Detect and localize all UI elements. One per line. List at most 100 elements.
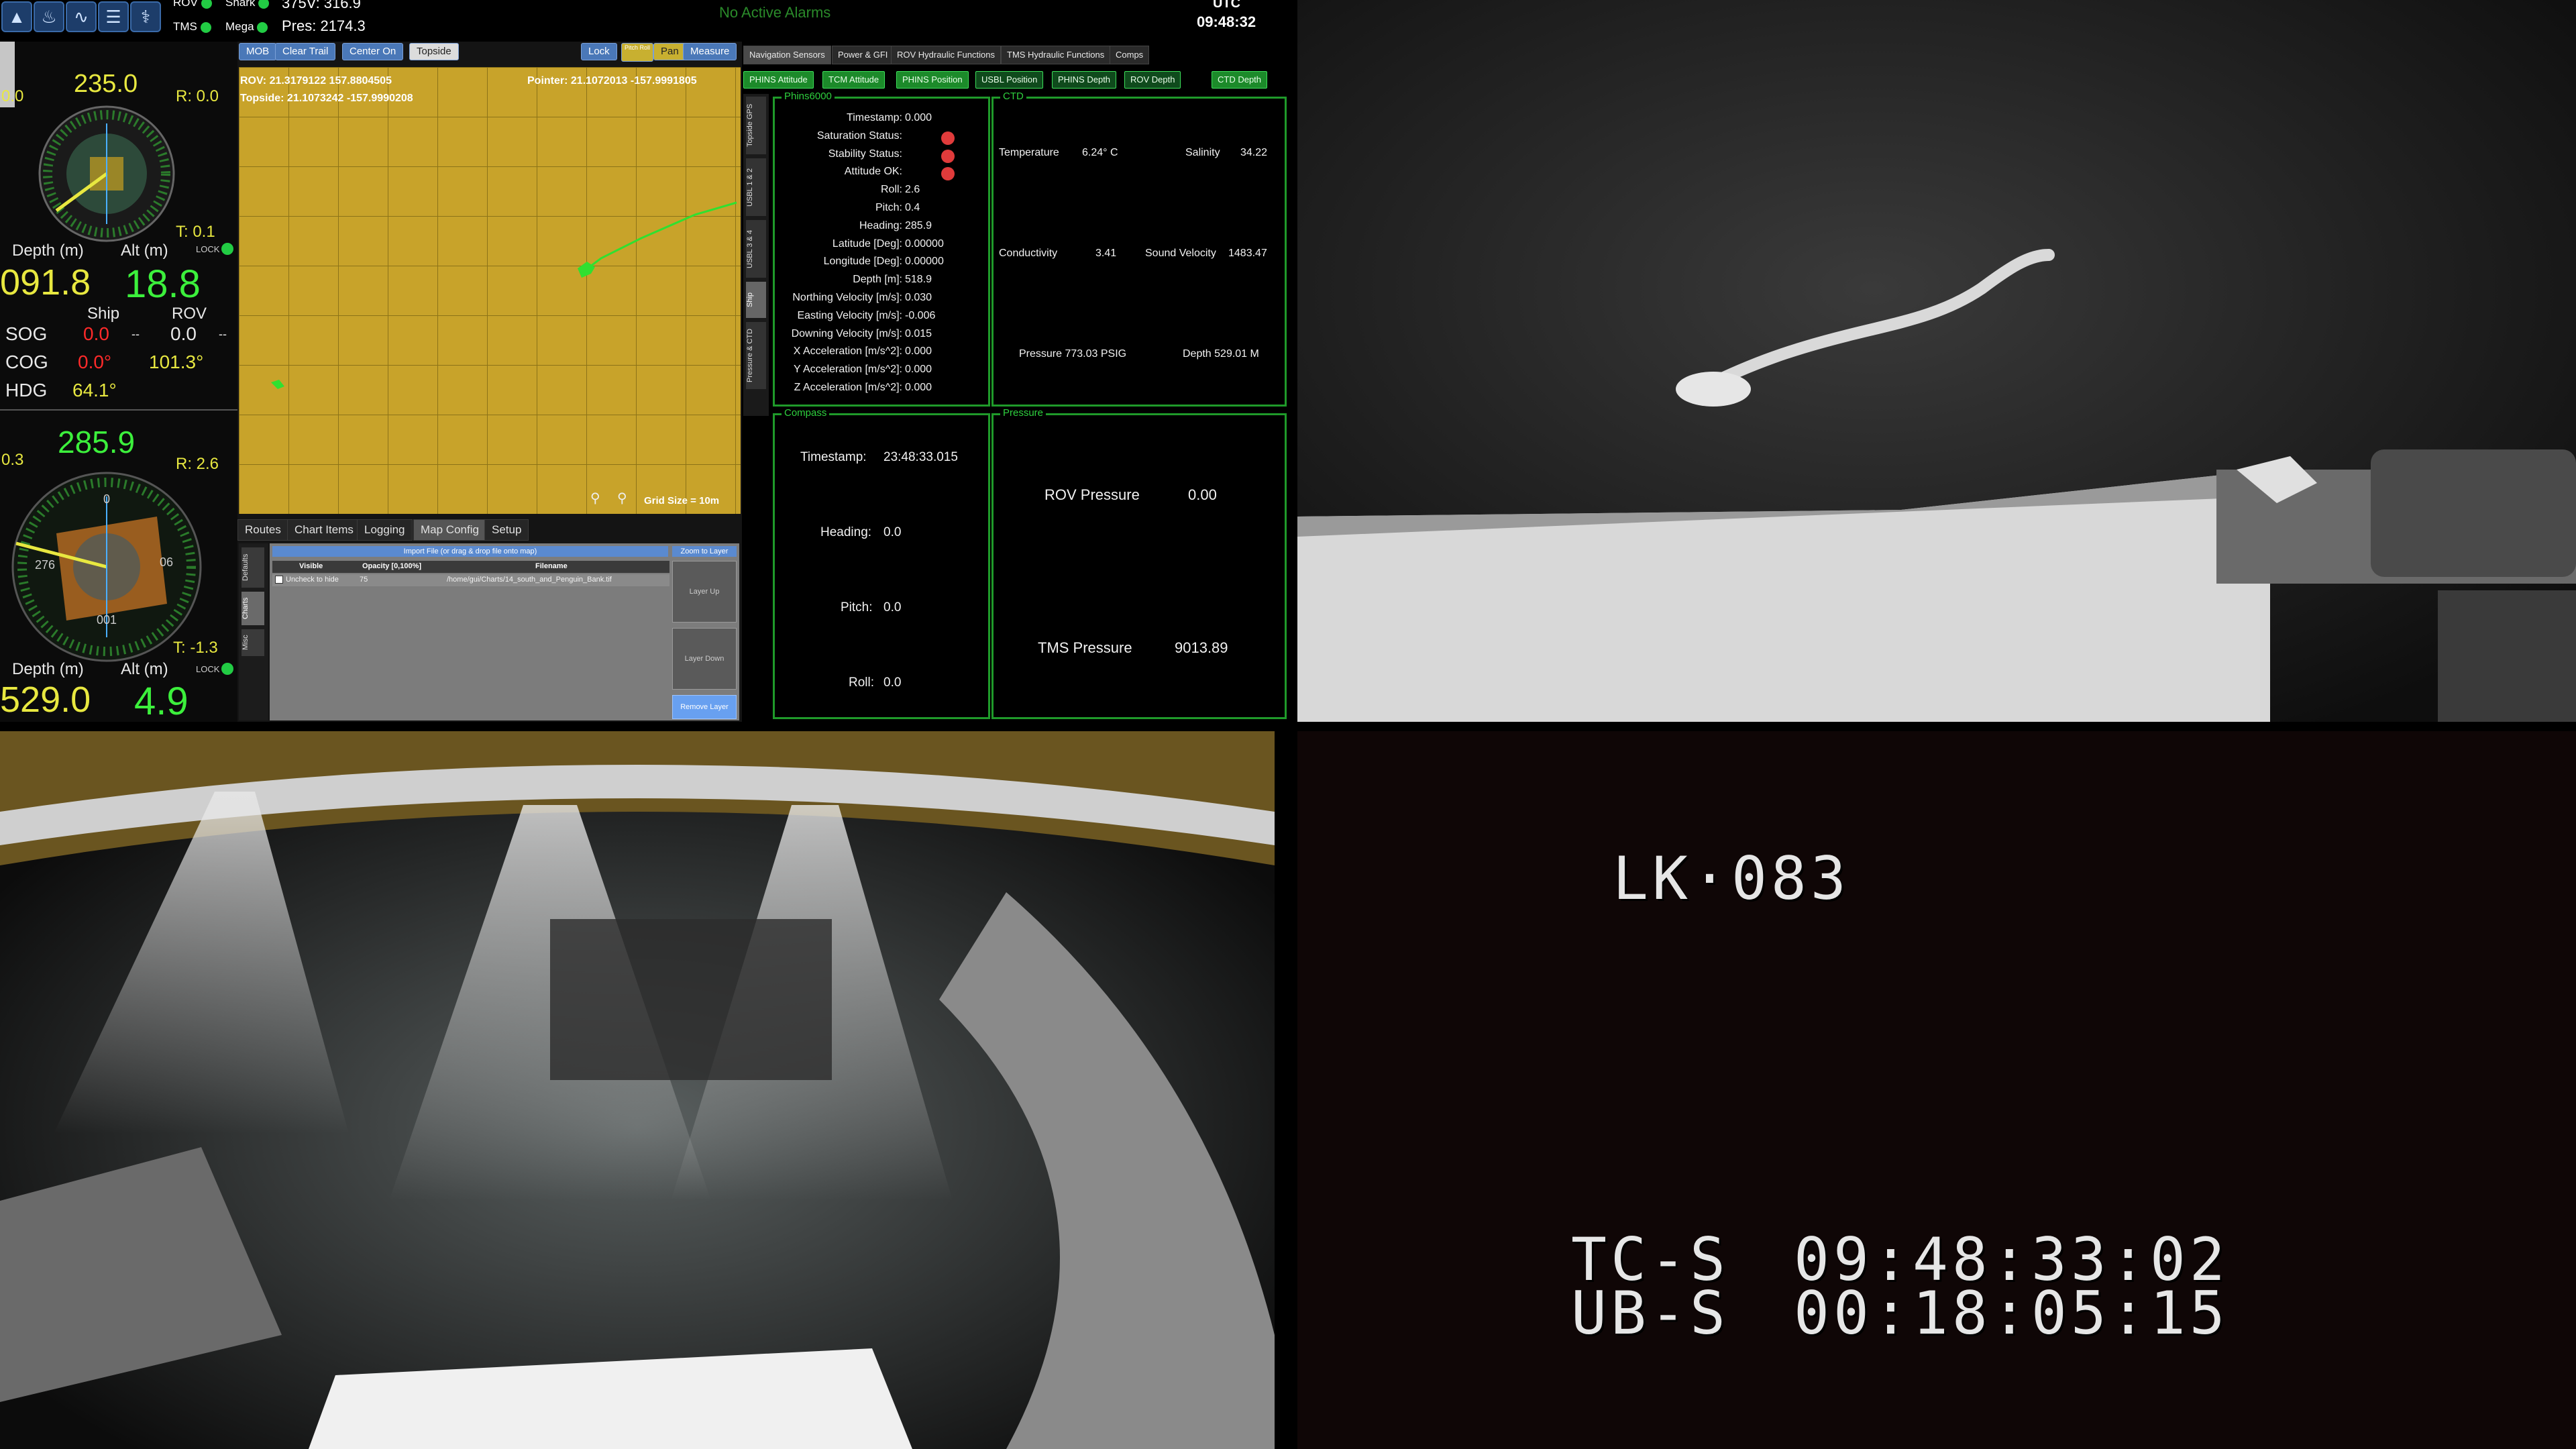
rov-pressure-value: 0.00 (1188, 486, 1217, 503)
rov-lock-indicator[interactable] (221, 663, 233, 675)
measure-button[interactable]: Measure (683, 43, 737, 60)
temperature-value: 6.24° C (1082, 147, 1118, 158)
phins-row-label: Roll: (880, 184, 902, 196)
vtab-topside-gps[interactable]: Topside GPS (746, 97, 766, 154)
ship-r-value: R: 0.0 (176, 87, 219, 105)
mega-status-label: Mega (225, 20, 254, 33)
tab-map-config[interactable]: Map Config (413, 519, 486, 541)
center-target-select[interactable]: Topside (409, 43, 459, 60)
vtab-usbl-1-2[interactable]: USBL 1 & 2 (746, 158, 766, 216)
sound-velocity-label: Sound Velocity (1145, 248, 1216, 259)
pitch-roll-button[interactable]: Pitch Roll (621, 43, 654, 62)
vehicle-status-panel: 235.0 0.0 R: 0.0 T: 0.1 LOCK Depth (m) A… (0, 42, 237, 723)
vtab-ship[interactable]: Ship (746, 282, 766, 318)
phins-row-label: Heading: (859, 219, 902, 231)
tms-status: TMS (173, 20, 211, 34)
zoom-out-icon[interactable]: ⚲ (590, 490, 600, 506)
row-opacity[interactable]: 75 (360, 576, 368, 584)
phins-row-label: Northing Velocity [m/s]: (792, 292, 902, 303)
side-tab-defaults[interactable]: Defaults (241, 547, 264, 588)
remove-layer-button[interactable]: Remove Layer (672, 695, 737, 719)
bell-icon[interactable]: ▲ (1, 1, 32, 32)
tab-chart-items[interactable]: Chart Items (287, 519, 361, 541)
sog-rov-unit: -- (219, 327, 227, 341)
mob-button[interactable]: MOB (239, 43, 277, 60)
tab-tms-hydraulics[interactable]: TMS Hydraulic Functions (1001, 46, 1111, 64)
tab-rov-hydraulics[interactable]: ROV Hydraulic Functions (891, 46, 1001, 64)
side-tab-misc[interactable]: Misc (241, 629, 264, 656)
alarm-status: No Active Alarms (719, 4, 831, 21)
sog-label: SOG (5, 323, 48, 344)
phins-row-label: Z Acceleration [m/s^2]: (794, 382, 902, 393)
zoom-to-layer-button[interactable]: Zoom to Layer (672, 546, 737, 557)
phins-row-label: Attitude OK: (844, 166, 902, 178)
layer-config-area: Import File (or drag & drop file onto ma… (270, 543, 739, 720)
rov-track-trail (271, 201, 737, 389)
userbits-value: 00:18:05:15 (1794, 1279, 2229, 1348)
tab-phins-depth[interactable]: PHINS Depth (1052, 71, 1117, 89)
vtab-pressure-ctd[interactable]: Pressure & CTD (746, 322, 766, 389)
col-visible: Visible (299, 562, 323, 570)
rov-status-dot (201, 0, 212, 9)
phins-status-indicator (941, 131, 955, 145)
map-window: MOB Clear Trail Center On Topside Lock P… (237, 42, 742, 722)
ship-t-value: T: 0.1 (176, 223, 215, 241)
side-tab-charts[interactable]: Charts (241, 592, 264, 625)
row-filename: /home/gui/Charts/14_south_and_Penguin_Ba… (447, 576, 612, 584)
tms-status-dot (200, 21, 211, 33)
layer-down-button[interactable]: Layer Down (672, 628, 737, 690)
layer-table-row[interactable]: Uncheck to hide 75 /home/gui/Charts/14_s… (272, 574, 669, 586)
sog-rov: 0.0 (170, 323, 197, 344)
phins-row-label: Timestamp: (847, 112, 902, 123)
tab-navigation-sensors[interactable]: Navigation Sensors (743, 46, 831, 64)
tab-rov-depth[interactable]: ROV Depth (1124, 71, 1181, 89)
center-on-button[interactable]: Center On (342, 43, 404, 60)
waveform-icon[interactable]: ∿ (66, 1, 97, 32)
tms-pressure-label: TMS Pressure (1038, 639, 1132, 656)
pressure-frame: Pressure ROV Pressure 0.00 TMS Pressure … (991, 407, 1287, 719)
phins-row-value: 0.000 (905, 112, 932, 123)
col-filename: Filename (535, 562, 568, 570)
phins-row-label: Latitude [Deg]: (832, 237, 902, 250)
tab-setup[interactable]: Setup (484, 519, 529, 541)
compass-heading: 0.0 (883, 525, 902, 539)
tab-phins-attitude[interactable]: PHINS Attitude (743, 71, 814, 89)
tab-power-gfi[interactable]: Power & GFI (832, 46, 894, 64)
tab-routes[interactable]: Routes (237, 519, 288, 541)
visible-checkbox[interactable] (275, 576, 283, 584)
tab-logging[interactable]: Logging (357, 519, 413, 541)
camera-feed-wide-angle (0, 731, 1275, 1449)
compass-timestamp-label: Timestamp: (800, 450, 867, 464)
phins-row-value: 0.030 (905, 292, 932, 303)
row-visible-text: Uncheck to hide (286, 576, 339, 584)
tab-phins-position[interactable]: PHINS Position (896, 71, 969, 89)
alert-bell-icon[interactable]: ♨ (34, 1, 64, 32)
layer-up-button[interactable]: Layer Up (672, 561, 737, 623)
tab-usbl-position[interactable]: USBL Position (975, 71, 1044, 89)
compass-roll-label: Roll: (849, 676, 875, 690)
ship-lock-indicator[interactable] (221, 243, 233, 255)
tab-tcm-attitude[interactable]: TCM Attitude (822, 71, 885, 89)
vtab-usbl-3-4[interactable]: USBL 3 & 4 (746, 220, 766, 278)
tab-ctd-depth[interactable]: CTD Depth (1212, 71, 1268, 89)
camera-feed-dark: LK·083 TC-S 09:48:33:02 UB-S 00:18:05:15 (1297, 731, 2576, 1449)
salinity-label: Salinity (1185, 147, 1220, 158)
pan-button[interactable]: Pan (653, 43, 686, 60)
rov-l-value: 0.3 (1, 451, 24, 469)
stethoscope-icon[interactable]: ⚕ (130, 1, 161, 32)
tab-comps[interactable]: Comps (1110, 46, 1150, 64)
cog-rov: 101.3° (149, 352, 204, 372)
phins-row-label: Pitch: (875, 202, 902, 213)
ship-l-value: 0.0 (1, 87, 24, 105)
sliders-icon[interactable]: ☰ (98, 1, 129, 32)
lock-button[interactable]: Lock (581, 43, 617, 60)
utc-clock: 09:48:32 (1197, 13, 1256, 30)
chart-map-canvas[interactable]: ROV: 21.3179122 157.8804505 Topside: 21.… (239, 67, 741, 514)
compass-pitch: 0.0 (883, 600, 902, 614)
import-file-bar[interactable]: Import File (or drag & drop file onto ma… (272, 546, 668, 557)
cog-label: COG (5, 352, 48, 372)
utc-label: UTC (1213, 0, 1241, 11)
phins-row-label: Longitude [Deg]: (823, 256, 902, 268)
zoom-in-icon[interactable]: ⚲ (617, 490, 627, 506)
clear-trail-button[interactable]: Clear Trail (275, 43, 336, 60)
